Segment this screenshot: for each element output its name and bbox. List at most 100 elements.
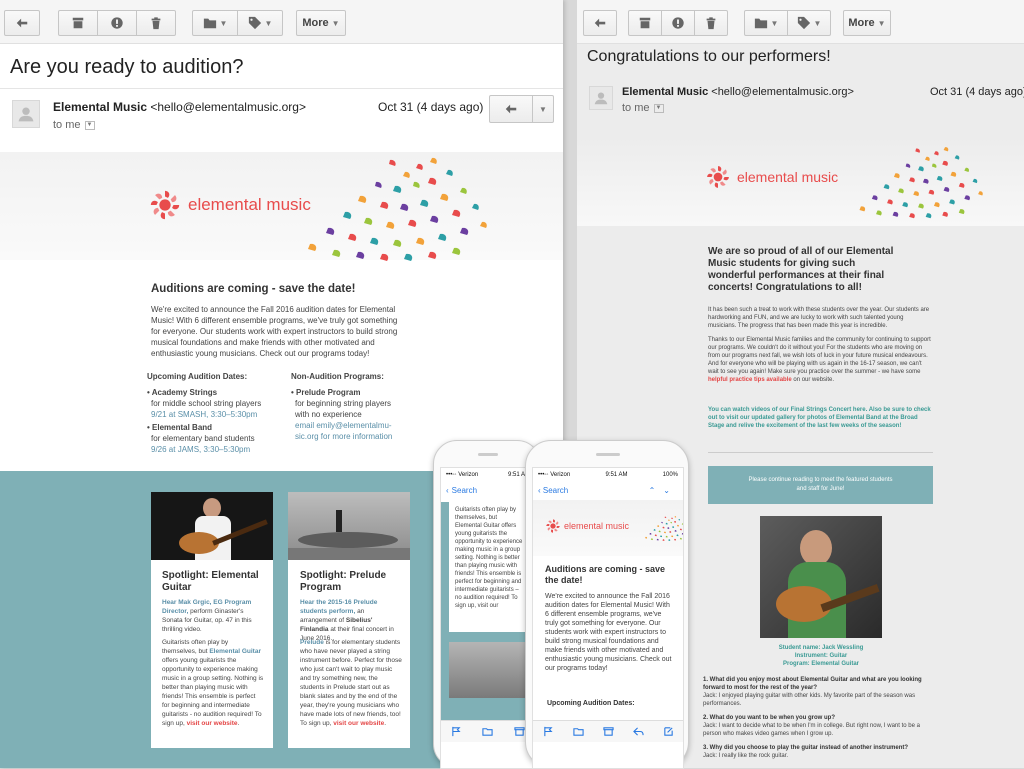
recipient-label: to me — [53, 119, 81, 131]
move-to-button[interactable]: ▼ — [192, 10, 238, 36]
phone-audition-dates-title: Upcoming Audition Dates: — [547, 700, 635, 707]
visit-website-link[interactable]: visit our website — [333, 720, 384, 727]
newsletter-header: elemental music — [0, 152, 563, 260]
phone-intro-paragraph: We're excited to announce the Fall 2016 … — [545, 593, 672, 672]
answer-1: Jack: I enjoyed playing guitar with othe… — [703, 693, 916, 707]
program-elemental-band: • Elemental Band — [147, 423, 213, 432]
compose-icon[interactable] — [663, 726, 674, 737]
delete-button[interactable] — [136, 10, 176, 36]
back-to-search-button[interactable]: ‹ Search — [538, 486, 568, 495]
archive-button[interactable] — [628, 10, 662, 36]
card-title: Spotlight: Prelude Program — [300, 570, 387, 593]
status-bar: •••◦◦ Verizon 9:51 AM — [441, 468, 535, 482]
email-subject: Are you ready to audition? — [10, 56, 244, 78]
carrier: •••◦◦ Verizon — [446, 472, 479, 478]
chevron-down-icon[interactable]: ⌄ — [663, 486, 678, 495]
folder-icon[interactable] — [482, 726, 494, 737]
decorative-petals-icon — [619, 500, 684, 556]
phone-front: •••◦◦ Verizon 9:51 AM 100% ‹ Search ⌃⌄ ele… — [525, 440, 689, 769]
question-3: 3. Why did you choose to play the guitar… — [703, 745, 909, 751]
divider — [708, 452, 933, 453]
labels-button[interactable]: ▼ — [787, 10, 831, 36]
visit-website-link[interactable]: visit our website — [187, 720, 238, 727]
mail-toolbar — [441, 720, 535, 742]
reply-icon[interactable] — [632, 726, 644, 737]
recipient-label: to me — [622, 102, 650, 114]
folder-icon — [203, 16, 217, 30]
folder-icon — [754, 16, 768, 30]
recipient-line[interactable]: to me ▼ — [622, 102, 664, 114]
program-name: Prelude Program — [296, 388, 361, 397]
sender-avatar — [589, 86, 613, 110]
move-to-button[interactable]: ▼ — [744, 10, 788, 36]
logo-flower-icon — [705, 164, 731, 190]
status-time: 9:51 AM — [605, 472, 628, 478]
non-audition-title: Non-Audition Programs: — [291, 372, 384, 381]
card-body-end: . — [384, 720, 386, 727]
more-button[interactable]: More ▼ — [843, 10, 891, 36]
delete-button[interactable] — [694, 10, 728, 36]
email-heading: We are so proud of all of our Elemental … — [708, 246, 894, 293]
chevron-left-icon[interactable]: ‹ — [446, 486, 449, 495]
nav-bar[interactable]: ‹ Search — [441, 482, 535, 498]
nav-bar: ‹ Search ⌃⌄ — [533, 482, 683, 498]
tag-icon — [797, 16, 811, 30]
chevron-down-icon[interactable]: ▼ — [84, 120, 95, 130]
archive-button[interactable] — [58, 10, 98, 36]
chevron-down-icon: ▼ — [877, 18, 886, 28]
carrier: •••◦◦ Verizon — [538, 472, 571, 478]
sender-line: Elemental Music <hello@elementalmusic.or… — [53, 100, 306, 114]
phone-card-text: Guitarists often play by themselves, but… — [449, 502, 529, 632]
report-spam-button[interactable] — [97, 10, 137, 36]
back-to-search[interactable]: Search — [452, 486, 477, 495]
card-body: Guitarists often play by themselves, but… — [162, 638, 264, 728]
card-lead-link[interactable]: Hear the 2015-16 Prelude students perfor… — [300, 599, 377, 615]
sender-email: <hello@elementalmusic.org> — [711, 86, 854, 98]
program-date: 9/26 at JAMS, 3:30–5:30pm — [151, 445, 251, 454]
program-date: 9/21 at SMASH, 3:30–5:30pm — [151, 410, 258, 419]
chevron-down-icon: ▼ — [331, 18, 340, 28]
intro-paragraph: We're excited to announce the Fall 2016 … — [151, 305, 398, 358]
divider — [0, 88, 563, 89]
phone-front-screen: •••◦◦ Verizon 9:51 AM 100% ‹ Search ⌃⌄ ele… — [532, 467, 684, 769]
back-button[interactable] — [583, 10, 617, 36]
more-actions-button[interactable]: ▼ — [532, 95, 554, 123]
continue-reading-banner: Please continue reading to meet the feat… — [708, 466, 933, 504]
prelude-concert-photo — [288, 492, 410, 560]
sender-line: Elemental Music <hello@elementalmusic.or… — [622, 86, 854, 98]
decorative-petals-icon — [785, 136, 985, 226]
more-label: More — [848, 17, 875, 29]
chevron-up-icon[interactable]: ⌃ — [649, 486, 664, 495]
card-body-program: Elemental Guitar — [209, 648, 261, 655]
more-button[interactable]: More ▼ — [296, 10, 346, 36]
contact-line: email emily@elementalmu-sic.org for more… — [291, 420, 403, 442]
chevron-down-icon: ▼ — [264, 18, 273, 28]
labels-button[interactable]: ▼ — [237, 10, 283, 36]
archive-icon[interactable] — [514, 726, 525, 737]
program-academy-strings: • Academy Strings — [147, 388, 218, 397]
flag-icon[interactable] — [451, 726, 462, 737]
practice-tips-link[interactable]: helpful practice tips available — [708, 377, 792, 383]
back-button[interactable] — [4, 10, 40, 36]
email-subject: Congratulations to our performers! — [587, 48, 831, 65]
recipient-line[interactable]: to me ▼ — [53, 119, 95, 131]
back-arrow-icon — [15, 16, 29, 30]
interview-qa: 1. What did you enjoy most about Element… — [703, 676, 938, 760]
chevron-down-icon[interactable]: ▼ — [653, 103, 664, 113]
spotlight-card-guitar: Spotlight: Elemental Guitar Hear Mak Grg… — [151, 492, 273, 748]
flag-icon[interactable] — [543, 726, 554, 737]
report-spam-button[interactable] — [661, 10, 695, 36]
folder-icon[interactable] — [572, 726, 584, 737]
spam-icon — [671, 16, 685, 30]
program-prelude: • Prelude Program — [291, 388, 361, 397]
contact-suffix: for more information — [318, 432, 393, 441]
back-to-search: Search — [542, 485, 569, 495]
program-description: for beginning string players with no exp… — [295, 399, 392, 419]
more-label: More — [302, 17, 329, 29]
answer-2: Jack: I want to decide what to be when I… — [703, 723, 920, 737]
newsletter-header: elemental music — [577, 136, 1024, 226]
reply-button[interactable] — [489, 95, 533, 123]
archive-icon[interactable] — [602, 726, 614, 737]
guitar-performer-photo — [151, 492, 273, 560]
message-nav-arrows[interactable]: ⌃⌄ — [649, 486, 678, 495]
